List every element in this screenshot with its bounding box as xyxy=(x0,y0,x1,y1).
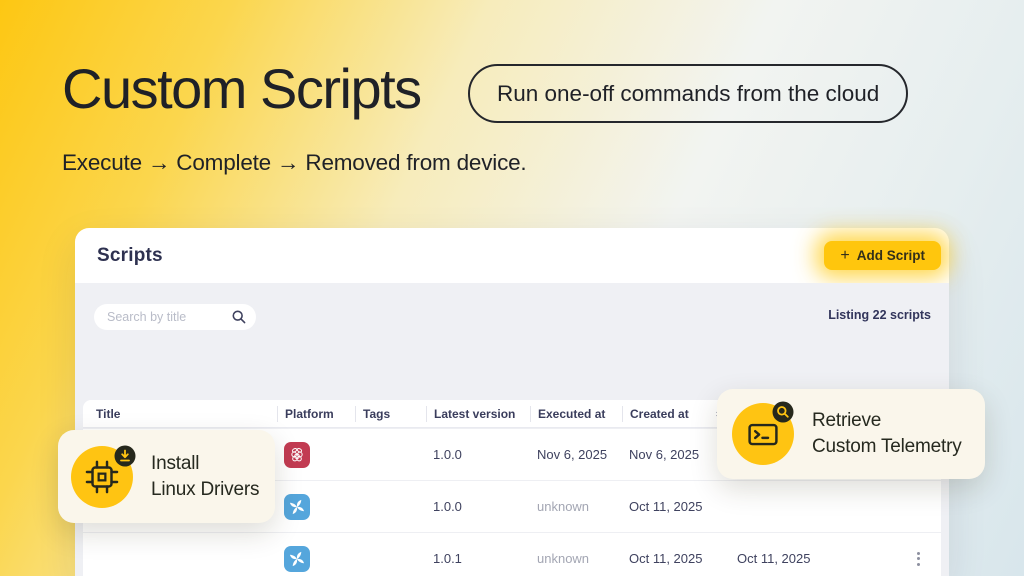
terminal-search-icon xyxy=(732,401,794,465)
created-cell: Oct 11, 2025 xyxy=(629,551,703,566)
actions-cell xyxy=(845,549,941,569)
tizen-icon xyxy=(284,545,310,572)
table-row[interactable]: 1.0.1 unknown Oct 11, 2025 Oct 11, 2025 xyxy=(83,532,941,576)
updated-cell: Oct 11, 2025 xyxy=(737,551,811,566)
column-tags[interactable]: Tags xyxy=(355,405,426,422)
created-cell: Oct 11, 2025 xyxy=(629,499,703,514)
platform-cell xyxy=(277,441,355,468)
callout-line2: Custom Telemetry xyxy=(812,436,962,457)
callout-install-linux-drivers: Install Linux Drivers xyxy=(58,430,275,523)
platform-cell xyxy=(277,493,355,520)
version-cell: 1.0.0 xyxy=(433,499,462,514)
tizen-icon xyxy=(284,493,310,520)
plus-icon: + xyxy=(840,246,850,264)
download-badge-icon xyxy=(114,445,136,466)
callout-label: Install Linux Drivers xyxy=(151,451,259,503)
add-script-button[interactable]: + Add Script xyxy=(824,241,941,270)
add-script-label: Add Script xyxy=(856,248,925,263)
hero-subtitle: Execute → Complete → Removed from device… xyxy=(62,150,527,175)
callout-line1: Retrieve xyxy=(812,410,882,431)
callout-line2: Linux Drivers xyxy=(151,478,260,500)
created-cell: Nov 6, 2025 xyxy=(629,447,700,462)
column-platform[interactable]: Platform xyxy=(277,405,355,422)
version-cell: 1.0.1 xyxy=(433,551,462,566)
listing-count: Listing 22 scripts xyxy=(828,308,931,322)
search-row: Listing 22 scripts xyxy=(83,283,941,345)
raspberry-pi-icon xyxy=(284,441,310,468)
column-executed-at[interactable]: Executed at xyxy=(530,405,622,422)
search-box xyxy=(94,304,256,330)
created-at-label: Created at xyxy=(630,406,689,421)
column-latest-version[interactable]: Latest version xyxy=(426,405,530,422)
callout-retrieve-custom-telemetry: Retrieve Custom Telemetry xyxy=(717,389,985,479)
panel-header: Scripts + Add Script xyxy=(75,228,949,283)
chip-download-icon xyxy=(71,445,136,508)
column-title[interactable]: Title xyxy=(83,406,277,422)
panel-title: Scripts xyxy=(97,244,163,266)
hero-badge: Run one-off commands from the cloud xyxy=(468,64,909,123)
kebab-menu-icon[interactable] xyxy=(914,549,923,569)
version-cell: 1.0.0 xyxy=(433,447,462,462)
search-badge-icon xyxy=(772,401,794,423)
platform-cell xyxy=(277,545,355,572)
search-icon xyxy=(232,310,246,324)
callout-label: Retrieve Custom Telemetry xyxy=(812,408,962,460)
callout-line1: Install xyxy=(151,452,200,474)
column-created-at[interactable]: Created at xyxy=(622,405,730,422)
page-title: Custom Scripts xyxy=(62,57,422,120)
executed-cell: Nov 6, 2025 xyxy=(537,447,608,462)
executed-cell: unknown xyxy=(537,551,590,566)
executed-cell: unknown xyxy=(537,499,590,514)
